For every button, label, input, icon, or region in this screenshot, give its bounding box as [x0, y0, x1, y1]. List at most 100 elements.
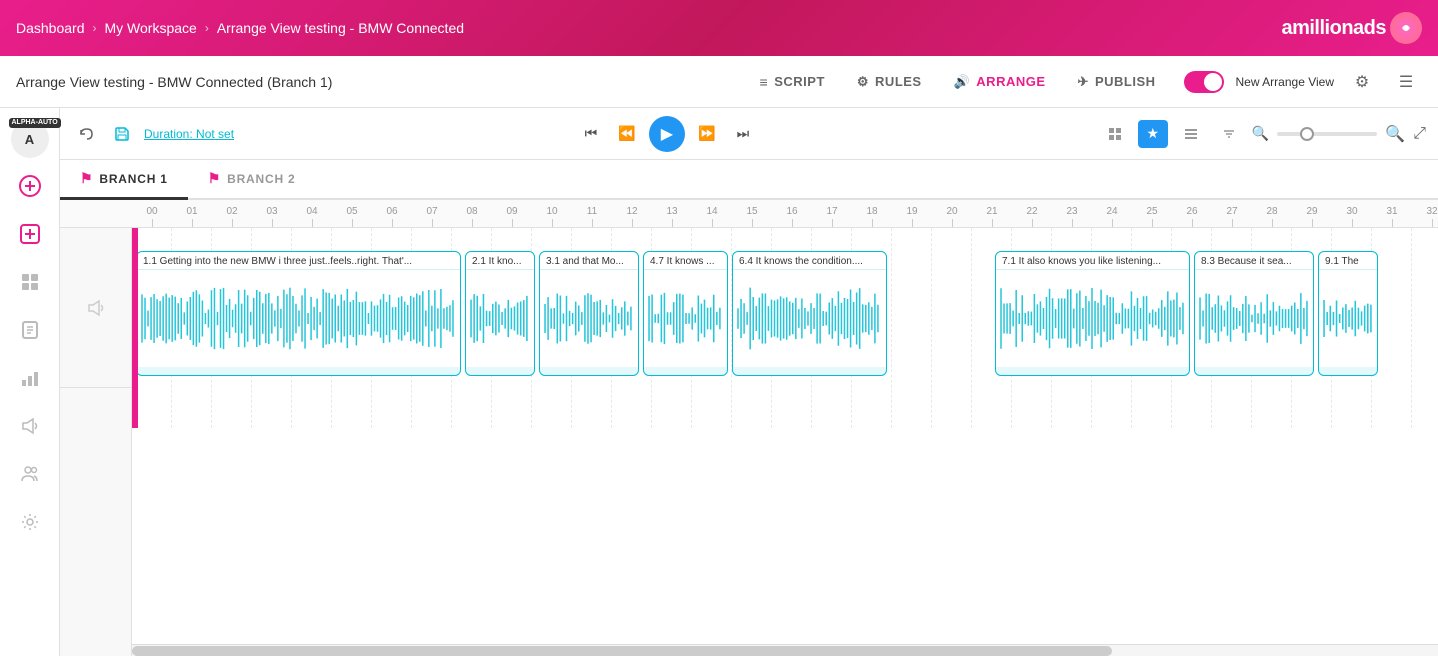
clip-title: 6.4 It knows the condition....: [733, 252, 886, 270]
breadcrumb: Dashboard › My Workspace › Arrange View …: [16, 20, 464, 36]
clip-waveform: [137, 270, 460, 367]
ruler-mark: 05: [332, 206, 372, 227]
sidebar-volume[interactable]: [10, 406, 50, 446]
sidebar: ALPHA-AUTO A: [0, 108, 60, 656]
ruler-mark: 24: [1092, 206, 1132, 227]
secondary-toolbar: Arrange View testing - BMW Connected (Br…: [0, 56, 1438, 108]
branch-tab-1[interactable]: ⚑ BRANCH 1: [60, 160, 188, 200]
new-arrange-label: New Arrange View: [1236, 75, 1335, 89]
clip-waveform: [996, 270, 1189, 367]
clip-waveform: [644, 270, 727, 367]
audio-clip[interactable]: 9.1 The: [1318, 251, 1378, 376]
branch2-label: BRANCH 2: [227, 172, 295, 186]
tab-arrange[interactable]: 🔊 ARRANGE: [942, 68, 1058, 96]
clip-waveform: [733, 270, 886, 367]
clip-footer: [540, 367, 638, 375]
scrollbar-thumb: [132, 646, 1112, 656]
forward-end-button[interactable]: ⏭: [729, 120, 757, 148]
ruler-mark: 07: [412, 206, 452, 227]
ruler-mark: 02: [212, 206, 252, 227]
new-arrange-toggle[interactable]: [1184, 71, 1224, 93]
ruler-mark: 15: [732, 206, 772, 227]
sidebar-settings[interactable]: [10, 502, 50, 542]
tab-rules[interactable]: ⚙ RULES: [845, 68, 934, 96]
sidebar-chart[interactable]: [10, 358, 50, 398]
undo-button[interactable]: [72, 120, 100, 148]
ruler-mark: 01: [172, 206, 212, 227]
menu-button[interactable]: ☰: [1390, 66, 1422, 98]
view-star-button[interactable]: ★: [1138, 120, 1168, 148]
branch-tabs: ⚑ BRANCH 1 ⚑ BRANCH 2: [60, 160, 1438, 200]
audio-clip[interactable]: 3.1 and that Mo...: [539, 251, 639, 376]
audio-clip[interactable]: 7.1 It also knows you like listening...: [995, 251, 1190, 376]
rewind-start-button[interactable]: ⏮: [577, 120, 605, 148]
clip-title: 8.3 Because it sea...: [1195, 252, 1313, 270]
sidebar-people[interactable]: [10, 454, 50, 494]
breadcrumb-project: Arrange View testing - BMW Connected: [217, 20, 464, 36]
ruler-mark: 23: [1052, 206, 1092, 227]
audio-clip[interactable]: 8.3 Because it sea...: [1194, 251, 1314, 376]
publish-icon: ✈: [1078, 74, 1089, 90]
breadcrumb-workspace[interactable]: My Workspace: [105, 20, 197, 36]
zoom-out-icon[interactable]: 🔍: [1252, 125, 1269, 142]
tab-publish[interactable]: ✈ PUBLISH: [1066, 68, 1168, 96]
branch-tab-2[interactable]: ⚑ BRANCH 2: [188, 160, 316, 200]
rules-icon: ⚙: [857, 74, 869, 90]
view-list-button[interactable]: [1176, 120, 1206, 148]
sidebar-avatar[interactable]: ALPHA-AUTO A: [11, 120, 49, 158]
ruler-mark: 20: [932, 206, 972, 227]
position-indicator: [132, 228, 138, 428]
audio-clip[interactable]: 2.1 It kno...: [465, 251, 535, 376]
ruler-mark: 16: [772, 206, 812, 227]
audio-clip[interactable]: 1.1 Getting into the new BMW i three jus…: [136, 251, 461, 376]
branch1-label: BRANCH 1: [99, 172, 167, 186]
clip-title: 2.1 It kno...: [466, 252, 534, 270]
tab-script[interactable]: ≡ SCRIPT: [748, 68, 837, 96]
step-back-button[interactable]: ⏪: [613, 120, 641, 148]
breadcrumb-dashboard[interactable]: Dashboard: [16, 20, 85, 36]
audio-clip[interactable]: 4.7 It knows ...: [643, 251, 728, 376]
expand-button[interactable]: ⤢: [1413, 125, 1426, 143]
tab-rules-label: RULES: [875, 74, 922, 89]
audio-clip[interactable]: 6.4 It knows the condition....: [732, 251, 887, 376]
sidebar-dashboard[interactable]: [10, 262, 50, 302]
ruler-mark: 22: [1012, 206, 1052, 227]
script-icon: ≡: [760, 74, 769, 90]
step-forward-button[interactable]: ⏩: [693, 120, 721, 148]
clip-footer: [1195, 367, 1313, 375]
view-grid-button[interactable]: [1100, 120, 1130, 148]
gear-button[interactable]: ⚙: [1346, 66, 1378, 98]
logo-icon: [1390, 12, 1422, 44]
ruler-mark: 17: [812, 206, 852, 227]
sidebar-add-item[interactable]: [10, 214, 50, 254]
alpha-badge: ALPHA-AUTO: [9, 118, 61, 128]
branch1-icon: ⚑: [80, 170, 93, 187]
clip-footer: [1319, 367, 1377, 375]
zoom-in-icon[interactable]: 🔍: [1385, 124, 1405, 144]
logo-text: amillionads: [1281, 17, 1386, 40]
duration-label[interactable]: Duration: Not set: [144, 127, 234, 141]
clip-title: 3.1 and that Mo...: [540, 252, 638, 270]
ruler-mark: 29: [1292, 206, 1332, 227]
zoom-slider[interactable]: [1277, 132, 1377, 136]
play-button[interactable]: ▶: [649, 116, 685, 152]
ruler-marks: 0001020304050607080910111213141516171819…: [132, 206, 1438, 227]
ruler-mark: 10: [532, 206, 572, 227]
sidebar-book[interactable]: [10, 310, 50, 350]
ruler-mark: 14: [692, 206, 732, 227]
tracks-area[interactable]: 1.1 Getting into the new BMW i three jus…: [60, 228, 1438, 656]
save-button[interactable]: [108, 120, 136, 148]
clip-footer: [466, 367, 534, 375]
track-label-col: [60, 228, 132, 656]
ruler-mark: 04: [292, 206, 332, 227]
ruler-mark: 00: [132, 206, 172, 227]
clip-footer: [137, 367, 460, 375]
sidebar-add-circle[interactable]: [10, 166, 50, 206]
bottom-scrollbar[interactable]: [132, 644, 1438, 656]
ruler-mark: 06: [372, 206, 412, 227]
ruler-mark: 27: [1212, 206, 1252, 227]
ruler-mark: 11: [572, 206, 612, 227]
ruler-mark: 26: [1172, 206, 1212, 227]
toolbar-right: New Arrange View ⚙ ☰: [1184, 66, 1423, 98]
view-filter-button[interactable]: [1214, 120, 1244, 148]
